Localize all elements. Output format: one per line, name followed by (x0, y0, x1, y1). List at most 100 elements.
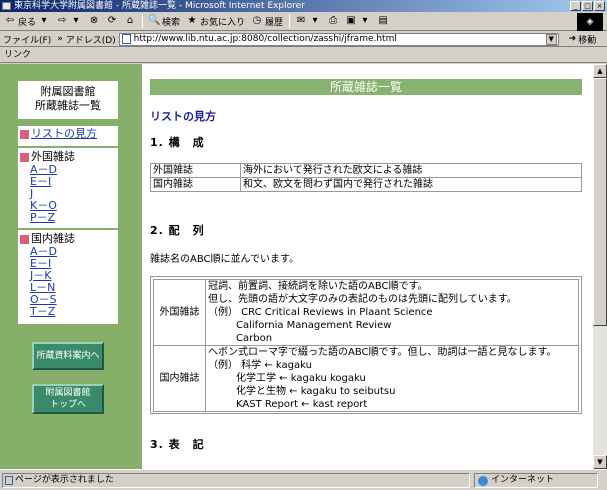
page-banner: 所蔵雑誌一覧 (150, 79, 582, 95)
section-1-title: 1. 構 成 (150, 136, 205, 149)
domestic-link-t-z[interactable]: T－Z (20, 306, 118, 318)
library-title-box: 附属図書館 所蔵雑誌一覧 (18, 81, 118, 119)
history-icon: ◷ (252, 15, 262, 26)
pink-square-icon (20, 129, 29, 139)
foreign-link-e-i[interactable]: E－I (20, 176, 118, 188)
arrangement-box: 外国雑誌 冠詞、前置詞、接続詞を除いた語のABC順です。 但し、先頭の語が大文字… (150, 276, 582, 414)
table-row: 国内雑誌 ヘボン式ローマ字で綴った語のABC順です。但し、助詞は一語と見なします… (153, 345, 579, 412)
arrangement-desc: ヘボン式ローマ字で綴った語のABC順です。但し、助詞は一語と見なします。 （例）… (205, 345, 579, 412)
library-top-label-line1: 附属図書館 (45, 388, 91, 398)
chevron-down-icon: ▾ (73, 15, 79, 26)
foreign-link-p-z[interactable]: P－Z (20, 212, 118, 224)
home-button[interactable]: ⌂ (124, 15, 136, 27)
guide-nav-box: リストの見方 (18, 126, 118, 146)
go-label: 移動 (578, 35, 597, 46)
stop-button[interactable]: ⊗ (88, 15, 100, 27)
table-row: 外国雑誌 海外において発行された欧文による雑誌 (150, 163, 582, 178)
standard-toolbar: ⇦ 戻る ▾ ⇨ ▾ ⊗ ⟳ ⌂ 🔍 検索 ★ お気に入り ◷ 履歴 ✉ ▾ ⎙ … (0, 12, 607, 31)
guide-heading: リストの見方 (150, 110, 216, 123)
search-button[interactable]: 🔍 検索 (148, 15, 180, 28)
links-bar[interactable]: リンク (0, 48, 607, 63)
arrangement-example: 化学工学 ← kagaku kogaku (236, 373, 366, 384)
discuss-icon: ▤ (378, 15, 388, 26)
close-button[interactable]: × (594, 1, 605, 11)
favorites-icon: ★ (187, 15, 197, 26)
scrollbar-thumb[interactable] (593, 78, 607, 326)
go-button[interactable]: ➜ 移動 (569, 33, 597, 46)
minimize-button[interactable]: _ (570, 1, 581, 11)
toolbar-separator (289, 14, 291, 28)
back-button[interactable]: ⇦ 戻る ▾ (4, 15, 50, 28)
search-icon: 🔍 (148, 15, 161, 26)
collection-guide-button[interactable]: 所蔵資料案内へ (32, 342, 104, 370)
main-content: 所蔵雑誌一覧 リストの見方 1. 構 成 外国雑誌 海外において発行された欧文に… (150, 64, 590, 469)
library-top-button[interactable]: 附属図書館 トップへ (32, 384, 104, 414)
links-label: リンク (4, 50, 32, 60)
home-icon: ⌂ (126, 15, 134, 26)
stop-icon: ⊗ (89, 15, 99, 26)
arrangement-example: （例） 科学 ← kagaku (208, 360, 312, 371)
pink-square-icon (20, 234, 29, 244)
arrangement-example: （例） CRC Critical Reviews in Plaant Scien… (208, 307, 433, 318)
left-frame: 附属図書館 所蔵雑誌一覧 リストの見方 外国雑誌 A－D E－I J K－O P… (0, 64, 142, 469)
print-icon: ⎙ (329, 15, 338, 26)
arrangement-type: 国内雑誌 (153, 345, 206, 412)
vertical-scrollbar[interactable]: ▲ ▼ (593, 64, 607, 469)
pink-square-icon (20, 152, 29, 162)
refresh-icon: ⟳ (107, 15, 117, 26)
composition-table: 外国雑誌 海外において発行された欧文による雑誌 国内雑誌 和文、欧文を問わず国内… (150, 163, 582, 192)
page-icon (121, 34, 131, 44)
edit-button[interactable]: ▣ ▾ (345, 15, 371, 27)
chevron-down-icon: ▾ (41, 15, 47, 26)
composition-type: 外国雑誌 (150, 163, 241, 178)
arrangement-table: 外国雑誌 冠詞、前置詞、接続詞を除いた語のABC順です。 但し、先頭の語が大文字… (153, 279, 579, 412)
maximize-button[interactable]: □ (582, 1, 593, 11)
window-controls: _ □ × (570, 1, 605, 11)
table-row: 外国雑誌 冠詞、前置詞、接続詞を除いた語のABC順です。 但し、先頭の語が大文字… (153, 279, 579, 346)
address-dropdown-icon[interactable]: ▼ (545, 33, 557, 45)
arrangement-intro: 雑誌名のABC順に並んでいます。 (150, 254, 300, 265)
section-2-title: 2. 配 列 (150, 224, 205, 237)
forward-arrow-icon: ⇨ (57, 15, 67, 26)
status-zone: インターネット (474, 472, 598, 488)
mail-button[interactable]: ✉ ▾ (295, 15, 321, 27)
history-button[interactable]: ◷ 履歴 (251, 15, 283, 28)
toolbar-separator (142, 14, 144, 28)
arrangement-desc: 冠詞、前置詞、接続詞を除いた語のABC順です。 但し、先頭の語が大文字のみの表記… (205, 279, 579, 346)
forward-button[interactable]: ⇨ ▾ (56, 15, 82, 27)
search-label: 検索 (162, 17, 181, 28)
internet-globe-icon (478, 475, 488, 486)
foreign-nav-box: 外国雑誌 A－D E－I J K－O P－Z (18, 148, 118, 228)
chevron-down-icon: ▾ (312, 15, 318, 26)
favorites-label: お気に入り (200, 17, 246, 28)
ie-throbber-icon: ◈ (577, 13, 603, 31)
file-menu[interactable]: ファイル(F) (3, 33, 51, 46)
guide-link[interactable]: リストの見方 (31, 128, 97, 140)
print-button[interactable]: ⎙ (327, 15, 339, 27)
window-title-bar: 東京科学大学附属図書館 - 所蔵雑誌一覧 - Microsoft Interne… (0, 0, 607, 12)
discuss-button[interactable]: ▤ (377, 15, 389, 27)
arrangement-example: 化学と生物 ← kagaku to seibutsu (236, 386, 396, 397)
zone-text: インターネット (491, 474, 555, 485)
composition-desc: 海外において発行された欧文による雑誌 (240, 163, 582, 178)
scroll-up-icon[interactable]: ▲ (593, 64, 607, 78)
library-title-line2: 所蔵雑誌一覧 (35, 99, 101, 112)
composition-desc: 和文、欧文を問わず国内で発行された雑誌 (240, 177, 582, 192)
section-3-title: 3. 表 記 (150, 438, 205, 451)
menu-chevron[interactable]: » (57, 34, 63, 44)
composition-type: 国内雑誌 (150, 177, 241, 192)
arrangement-line: ヘボン式ローマ字で綴った語のABC順です。但し、助詞は一語と見なします。 (208, 347, 557, 358)
status-message: ページが表示されました (2, 472, 470, 488)
scroll-down-icon[interactable]: ▼ (593, 455, 607, 469)
address-input[interactable]: http://www.lib.ntu.ac.jp:8080/collection… (118, 32, 559, 46)
refresh-button[interactable]: ⟳ (106, 15, 118, 27)
arrangement-type: 外国雑誌 (153, 279, 206, 346)
page-done-icon (5, 475, 13, 485)
status-bar: ページが表示されました インターネット (0, 469, 607, 490)
library-top-label-line2: トップへ (49, 400, 86, 410)
address-label: アドレス(D) (65, 35, 116, 46)
domestic-nav-box: 国内雑誌 A－D E－I J－K L－N O－S T－Z (18, 230, 118, 324)
arrangement-line: 冠詞、前置詞、接続詞を除いた語のABC順です。 (208, 281, 428, 292)
table-row: 国内雑誌 和文、欧文を問わず国内で発行された雑誌 (150, 177, 582, 192)
favorites-button[interactable]: ★ お気に入り (186, 15, 246, 28)
